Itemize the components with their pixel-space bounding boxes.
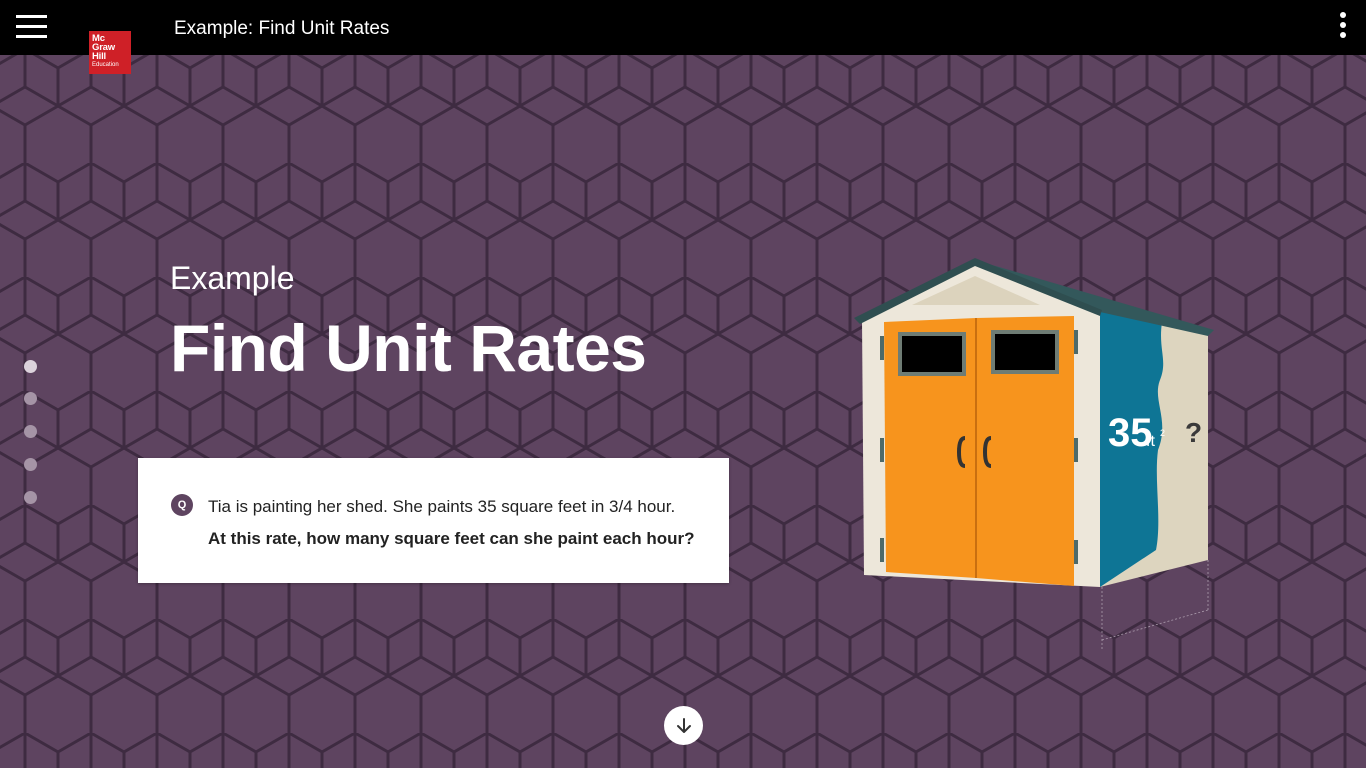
hamburger-icon[interactable] bbox=[16, 15, 47, 39]
question-line-1: Tia is painting her shed. She paints 35 … bbox=[208, 497, 676, 516]
kebab-icon[interactable] bbox=[1335, 12, 1351, 42]
page-dot-1[interactable] bbox=[24, 360, 37, 373]
page-dot-4[interactable] bbox=[24, 458, 37, 471]
question-card: Q Tia is painting her shed. She paints 3… bbox=[138, 458, 729, 583]
top-bar: Example: Find Unit Rates bbox=[0, 0, 1366, 55]
section-eyebrow: Example bbox=[170, 260, 295, 296]
logo-line-3: Hill bbox=[92, 51, 106, 62]
question-line-2: At this rate, how many square feet can s… bbox=[208, 529, 695, 548]
page-dot-2[interactable] bbox=[24, 392, 37, 405]
arrow-down-icon bbox=[676, 717, 691, 733]
page-dot-3[interactable] bbox=[24, 425, 37, 438]
area-unit-label: ft bbox=[1146, 433, 1155, 450]
unknown-area-label: ? bbox=[1185, 417, 1202, 448]
scroll-down-button[interactable] bbox=[664, 706, 703, 745]
page-dot-5[interactable] bbox=[24, 491, 37, 504]
question-text: Tia is painting her shed. She paints 35 … bbox=[208, 491, 695, 555]
logo-line-4: Education bbox=[92, 62, 119, 68]
area-exponent-label: 2 bbox=[1160, 428, 1165, 438]
question-badge: Q bbox=[171, 494, 193, 516]
shed-illustration: 35 ft 2 ? bbox=[854, 258, 1214, 650]
page-title: Example: Find Unit Rates bbox=[174, 18, 390, 39]
mcgraw-hill-logo: Mc Graw Hill Education bbox=[89, 31, 131, 74]
section-title: Find Unit Rates bbox=[170, 311, 647, 385]
